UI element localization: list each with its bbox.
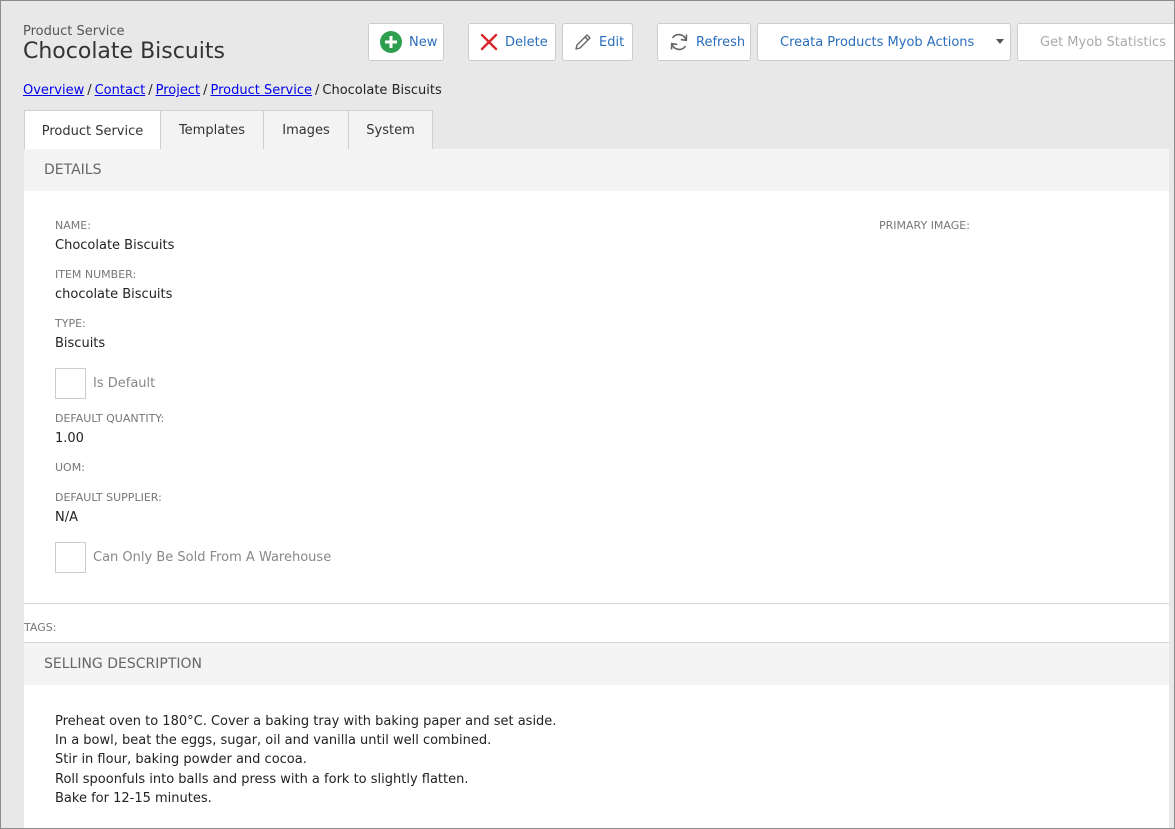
description-line: Stir in flour, baking powder and cocoa. — [55, 752, 307, 768]
description-line: Roll spoonfuls into balls and press with… — [55, 771, 469, 787]
page-subtitle: Product Service — [23, 24, 125, 39]
tags-label: TAGS: — [24, 621, 57, 634]
content-panel: DETAILS NAME: Chocolate Biscuits ITEM NU… — [24, 149, 1169, 828]
is-default-label: Is Default — [93, 376, 156, 391]
name-label: NAME: — [55, 219, 91, 232]
breadcrumb-current: Chocolate Biscuits — [322, 83, 442, 98]
default-supplier-value: N/A — [55, 510, 78, 525]
item-number-label: ITEM NUMBER: — [55, 268, 137, 281]
divider — [24, 603, 1169, 604]
tab-system[interactable]: System — [348, 110, 433, 150]
edit-button[interactable]: Edit — [562, 23, 633, 61]
default-quantity-value: 1.00 — [55, 431, 84, 446]
warehouse-label: Can Only Be Sold From A Warehouse — [93, 550, 332, 565]
is-default-checkbox[interactable] — [55, 368, 86, 399]
delete-button[interactable]: Delete — [468, 23, 556, 61]
actions-dropdown-label: Creata Products Myob Actions — [780, 34, 975, 50]
refresh-button[interactable]: Refresh — [657, 23, 751, 61]
page-title: Chocolate Biscuits — [23, 39, 225, 64]
breadcrumb-project[interactable]: Project — [156, 83, 200, 98]
breadcrumb-overview[interactable]: Overview — [23, 83, 84, 98]
description-line: In a bowl, beat the eggs, sugar, oil and… — [55, 733, 492, 749]
refresh-button-label: Refresh — [696, 34, 746, 50]
details-header: DETAILS — [24, 149, 1169, 191]
edit-button-label: Edit — [599, 34, 625, 50]
caret-down-icon — [996, 39, 1004, 44]
type-label: TYPE: — [55, 317, 86, 330]
breadcrumb: Overview / Contact / Project / Product Service… — [23, 83, 442, 98]
delete-button-label: Delete — [505, 34, 548, 50]
primary-image-label: PRIMARY IMAGE: — [879, 219, 970, 232]
name-value: Chocolate Biscuits — [55, 238, 175, 253]
new-button[interactable]: New — [368, 23, 444, 61]
item-number-value: chocolate Biscuits — [55, 287, 173, 302]
app-window: Product Service Chocolate Biscuits New D… — [0, 0, 1175, 829]
type-value: Biscuits — [55, 336, 106, 351]
description-line: Bake for 12-15 minutes. — [55, 790, 212, 806]
breadcrumb-product-service[interactable]: Product Service — [210, 83, 312, 98]
selling-description-text: Preheat oven to 180°C. Cover a baking tr… — [55, 712, 556, 808]
default-quantity-label: DEFAULT QUANTITY: — [55, 412, 165, 425]
description-line: Preheat oven to 180°C. Cover a baking tr… — [55, 714, 557, 729]
selling-description-header: SELLING DESCRIPTION — [24, 643, 1169, 685]
actions-dropdown[interactable]: Creata Products Myob Actions — [757, 23, 1011, 61]
warehouse-checkbox[interactable] — [55, 542, 86, 573]
plus-circle-icon — [379, 30, 403, 54]
get-statistics-label: Get Myob Statistics — [1040, 34, 1166, 50]
refresh-icon — [668, 31, 690, 53]
tab-product-service[interactable]: Product Service — [24, 110, 161, 151]
tab-templates[interactable]: Templates — [160, 110, 264, 150]
uom-label: UOM: — [55, 461, 85, 474]
tab-images[interactable]: Images — [263, 110, 349, 150]
pencil-icon — [573, 32, 593, 52]
get-statistics-button[interactable]: Get Myob Statistics — [1017, 23, 1174, 61]
x-icon — [479, 32, 499, 52]
default-supplier-label: DEFAULT SUPPLIER: — [55, 491, 162, 504]
breadcrumb-contact[interactable]: Contact — [95, 83, 146, 98]
new-button-label: New — [409, 34, 438, 50]
